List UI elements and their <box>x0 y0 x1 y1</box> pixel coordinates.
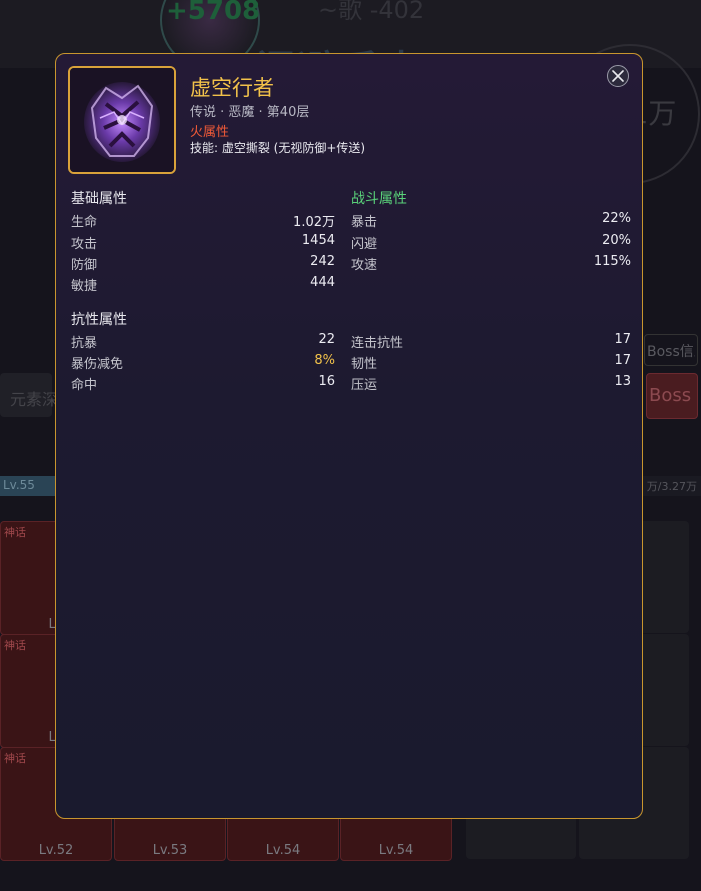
stat-row: 命中 16 <box>71 374 335 393</box>
monster-element: 火属性 <box>190 125 230 140</box>
stat-row: 连击抗性 17 <box>351 332 631 351</box>
xp-level: Lv.55 <box>3 478 35 492</box>
stat-row: 攻击 1454 <box>71 233 335 252</box>
stat-row: 暴击 22% <box>351 211 631 230</box>
stat-row: 闪避 20% <box>351 233 631 252</box>
stat-row: 生命 1.02万 <box>71 215 335 230</box>
boss-button[interactable]: Boss <box>646 373 698 419</box>
void-walker-portrait-icon <box>70 68 174 172</box>
monster-name: 虚空行者 <box>190 76 274 100</box>
monster-portrait <box>68 66 176 174</box>
stat-row: 暴伤减免 8% <box>71 353 335 372</box>
monster-skill: 技能: 虚空撕裂 (无视防御+传送) <box>190 141 366 155</box>
close-button[interactable] <box>607 65 629 87</box>
boss-info-button[interactable]: Boss信息 <box>644 334 698 366</box>
stat-row: 防御 242 <box>71 254 335 273</box>
stat-row: 韧性 17 <box>351 353 631 372</box>
close-icon <box>612 70 624 82</box>
stat-row: 攻速 115% <box>351 254 631 273</box>
stat-row: 压运 13 <box>351 374 631 393</box>
stat-row: 抗暴 22 <box>71 332 335 351</box>
xp-value: 万/3.27万 <box>646 480 697 493</box>
monster-detail-dialog: 虚空行者 传说 · 恶魔 · 第40层 火属性 技能: 虚空撕裂 (无视防御+传… <box>55 53 643 819</box>
element-tab-label: 元素深 <box>10 390 59 409</box>
gain-text: +5708 <box>166 0 261 26</box>
stat-row: 敏捷 444 <box>71 275 335 294</box>
monster-meta: 传说 · 恶魔 · 第40层 <box>190 105 310 120</box>
kills-text: ~歌 -402 <box>318 0 425 24</box>
resist-stats-title: 抗性属性 <box>71 312 127 328</box>
base-stats-title: 基础属性 <box>71 191 127 207</box>
battle-stats-title: 战斗属性 <box>351 191 407 207</box>
